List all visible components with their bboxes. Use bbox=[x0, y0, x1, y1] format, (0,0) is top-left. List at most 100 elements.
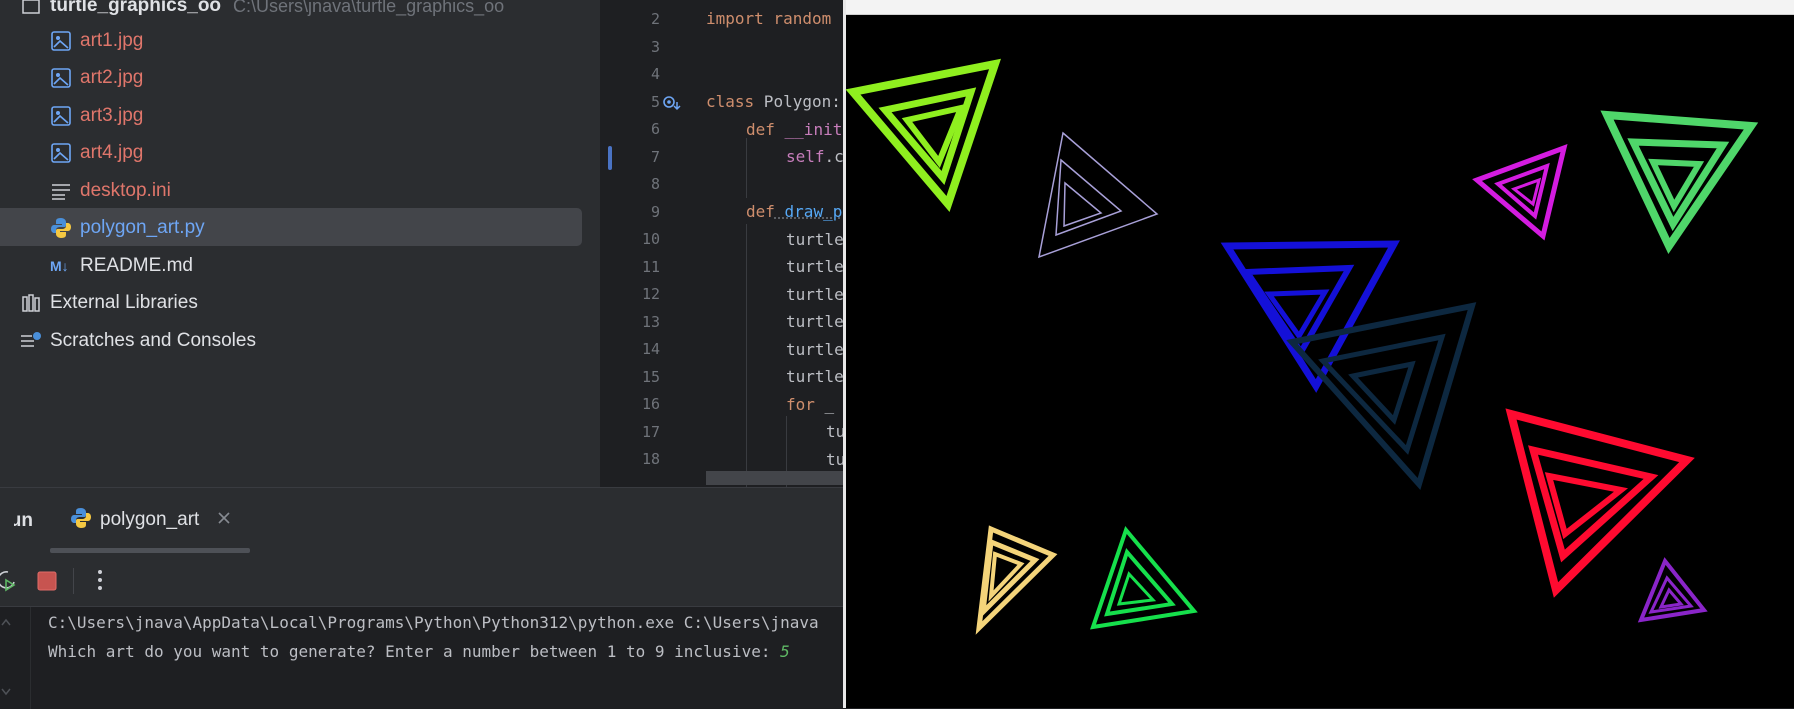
python-icon bbox=[70, 507, 92, 534]
image-icon bbox=[50, 142, 72, 164]
tree-item-art2[interactable]: art2.jpg bbox=[50, 60, 143, 96]
tree-item-label: Scratches and Consoles bbox=[50, 330, 256, 351]
stop-icon[interactable] bbox=[37, 571, 57, 596]
code-text: _ bbox=[814, 395, 835, 414]
code-text: Polygon: bbox=[754, 92, 841, 111]
code-text: .c bbox=[824, 147, 843, 166]
editor-scrollbar[interactable] bbox=[706, 471, 843, 485]
tree-item-label: polygon_art.py bbox=[80, 217, 205, 238]
code-line-7: self.c bbox=[786, 147, 843, 166]
code-function: draw_p bbox=[774, 202, 843, 221]
polygon-art-red bbox=[1505, 408, 1695, 598]
code-line-13: turtle bbox=[786, 312, 843, 331]
polygon-art-lime bbox=[845, 58, 1001, 212]
image-icon bbox=[50, 67, 72, 89]
tree-item-label: art3.jpg bbox=[80, 105, 144, 126]
polygon-art-yellow bbox=[975, 525, 1058, 635]
line-number: 15 bbox=[641, 367, 660, 386]
code-keyword: import random bbox=[706, 9, 832, 28]
tree-item-external-libraries[interactable]: External Libraries bbox=[20, 285, 198, 321]
polygon-art-lavender bbox=[1038, 131, 1159, 259]
turtle-graphics-window[interactable] bbox=[843, 0, 1794, 708]
polygon-art-spring-green bbox=[1090, 525, 1198, 630]
tree-item-polygon-art[interactable]: polygon_art.py bbox=[50, 210, 205, 246]
line-number: 9 bbox=[650, 202, 660, 221]
tree-item-label: art1.jpg bbox=[80, 30, 144, 51]
code-line-14: turtle bbox=[786, 340, 843, 359]
line-number: 14 bbox=[641, 340, 660, 358]
tree-item-desktop-ini[interactable]: desktop.ini bbox=[50, 173, 171, 209]
implemented-gutter-icon[interactable] bbox=[662, 94, 682, 116]
tree-item-label: desktop.ini bbox=[80, 180, 171, 201]
line-number: 17 bbox=[641, 422, 660, 441]
image-icon bbox=[50, 105, 72, 127]
folder-icon bbox=[20, 0, 42, 17]
console-line-prompt[interactable]: Which art do you want to generate? Enter… bbox=[48, 642, 790, 661]
markdown-icon: M↓ bbox=[50, 255, 72, 277]
line-number: 16 bbox=[641, 395, 660, 413]
tab-label: polygon_art bbox=[100, 509, 200, 530]
close-icon[interactable] bbox=[217, 511, 231, 530]
console-side-strip bbox=[0, 607, 31, 709]
line-number: 18 bbox=[641, 450, 660, 468]
image-icon bbox=[50, 30, 72, 52]
code-line-17: tu bbox=[826, 422, 843, 441]
scroll-down-icon[interactable] bbox=[0, 685, 12, 704]
tree-root-row[interactable]: turtle_graphics_oo C:\Users\jnava\turtle… bbox=[20, 0, 504, 24]
tree-item-label: README.md bbox=[80, 255, 193, 276]
console-line-command: C:\Users\jnava\AppData\Local\Programs\Py… bbox=[48, 613, 819, 632]
code-self: self bbox=[786, 147, 825, 166]
code-editor[interactable]: 2 3 4 5 6 7 8 9 10 11 12 13 14 15 16 17 18 import random… bbox=[600, 0, 843, 487]
code-keyword: def bbox=[746, 120, 775, 139]
run-tool-window: Run polygon_art C:\Users\j bbox=[0, 487, 843, 709]
code-function: __init bbox=[774, 120, 843, 139]
line-number: 4 bbox=[650, 65, 660, 83]
tree-item-label: External Libraries bbox=[50, 292, 198, 313]
line-number: 10 bbox=[641, 230, 660, 248]
line-number: 12 bbox=[641, 285, 660, 303]
polygon-art-green bbox=[1600, 110, 1759, 255]
code-line-10: turtle bbox=[786, 230, 843, 249]
root-folder-name: turtle_graphics_oo bbox=[50, 0, 222, 16]
line-number: 2 bbox=[650, 10, 660, 28]
change-marker bbox=[608, 146, 612, 170]
run-panel-title: Run bbox=[9, 510, 33, 531]
line-number: 13 bbox=[641, 312, 660, 331]
polygon-art-navy bbox=[1286, 302, 1477, 491]
tree-item-art4[interactable]: art4.jpg bbox=[50, 135, 143, 171]
code-keyword: def bbox=[746, 202, 775, 221]
indent-guide bbox=[746, 224, 747, 487]
code-line-11: turtle bbox=[786, 257, 843, 276]
indent-guide bbox=[746, 138, 747, 198]
code-line-2: import random bbox=[706, 9, 831, 28]
tree-item-label: art4.jpg bbox=[80, 142, 144, 163]
tree-item-scratches[interactable]: Scratches and Consoles bbox=[20, 323, 256, 359]
library-icon bbox=[20, 292, 42, 314]
line-number: 3 bbox=[650, 37, 660, 56]
python-icon bbox=[50, 217, 72, 239]
code-line-6: def __init bbox=[746, 120, 842, 139]
scratches-icon bbox=[20, 330, 42, 352]
rerun-icon[interactable] bbox=[0, 568, 18, 597]
console-prompt-text: Which art do you want to generate? Enter… bbox=[48, 642, 781, 661]
tree-item-art1[interactable]: art1.jpg bbox=[50, 23, 143, 59]
text-file-icon bbox=[50, 180, 72, 202]
tree-item-label: art2.jpg bbox=[80, 67, 144, 88]
line-number: 5 bbox=[650, 92, 660, 111]
code-keyword: class bbox=[706, 92, 755, 111]
tree-item-art3[interactable]: art3.jpg bbox=[50, 98, 143, 134]
tab-polygon-art[interactable]: polygon_art bbox=[70, 502, 231, 538]
code-line-12: turtle bbox=[786, 285, 843, 304]
code-line-15: turtle bbox=[786, 367, 843, 386]
polygon-art-magenta bbox=[1472, 144, 1568, 241]
code-keyword: for bbox=[786, 395, 815, 414]
line-number: 11 bbox=[641, 257, 660, 276]
tree-item-readme[interactable]: M↓ README.md bbox=[50, 248, 193, 284]
toolbar-divider bbox=[73, 568, 74, 594]
root-folder-path: C:\Users\jnava\turtle_graphics_oo bbox=[233, 0, 505, 16]
turtle-canvas bbox=[845, 58, 1759, 635]
tab-scrollbar[interactable] bbox=[50, 548, 250, 553]
more-options-icon[interactable] bbox=[96, 568, 104, 597]
scroll-up-icon[interactable] bbox=[0, 617, 12, 636]
line-number: 6 bbox=[650, 120, 660, 138]
